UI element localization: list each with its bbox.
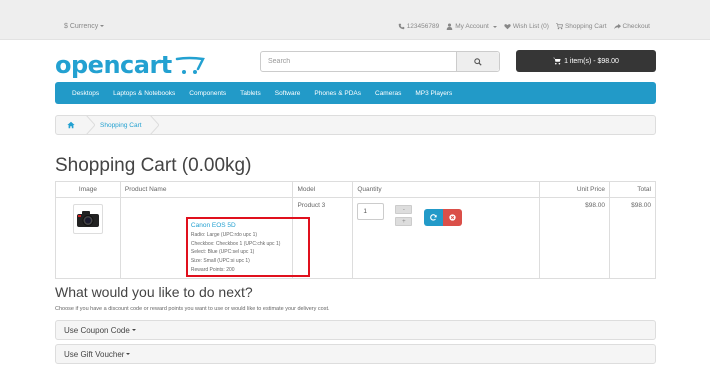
product-options-highlight: Canon EOS 5D Radio: Large (UPC:rdo upc 1… [185,217,310,277]
currency-dropdown[interactable]: $ Currency [64,23,105,30]
main-menu: Desktops Laptops & Notebooks Components … [55,82,656,104]
quantity-increase-button[interactable]: + [395,217,413,226]
wishlist-link[interactable]: Wish List (0) [504,23,549,30]
product-option: Select: Blue (UPC:sel upc 1) [190,249,255,256]
refresh-icon [430,214,438,221]
menu-item-components[interactable]: Components [182,90,233,97]
logo[interactable]: opencart [55,49,205,77]
menu-item-mp3[interactable]: MP3 Players [408,90,459,97]
my-account-label: My Account [455,23,489,30]
caret-down-icon [492,25,497,28]
logo-text: opencart [55,51,172,79]
product-name-cell: Canon EOS 5D Radio: Large (UPC:rdo upc 1… [119,197,310,279]
breadcrumb-separator [149,115,159,135]
home-icon [67,121,75,129]
search-button[interactable] [456,52,499,71]
header-image: Image [55,181,121,198]
caret-down-icon [131,329,136,331]
product-thumbnail[interactable] [72,204,103,234]
voucher-panel[interactable]: Use Gift Voucher [55,344,656,364]
search-bar [260,51,500,72]
table-row: Canon EOS 5D Radio: Large (UPC:rdo upc 1… [55,197,656,279]
caret-down-icon [100,25,105,28]
update-button[interactable] [424,209,444,226]
menu-item-tablets[interactable]: Tablets [233,90,268,97]
cart-icon [553,57,561,65]
checkout-label: Checkout [622,23,650,30]
remove-icon [449,214,457,221]
product-option: Radio: Large (UPC:rdo upc 1) [190,232,258,238]
row-total: $98.00 [609,197,656,279]
caret-down-icon [126,353,131,355]
menu-item-laptops[interactable]: Laptops & Notebooks [106,90,182,97]
header-product-name: Product Name [119,181,294,198]
header-total: Total [609,181,656,198]
breadcrumb-home[interactable] [56,121,86,129]
quantity-decrease-button[interactable]: - [395,205,413,214]
phone-number: 123456789 [406,23,440,30]
next-steps-title: What would you like to do next? [55,284,253,300]
next-steps-description: Choose if you have a discount code or re… [55,306,330,312]
reward-points: Reward Points: 200 [190,266,235,273]
search-input[interactable] [261,52,456,71]
search-icon [474,57,482,66]
camera-icon [76,211,99,227]
product-option: Checkbox: Checkbox 1 (UPC:chk upc 1) [190,240,281,247]
voucher-panel-label: Use Gift Voucher [64,349,125,359]
breadcrumb-separator [86,115,95,135]
share-icon [613,23,621,30]
phone-icon [398,23,404,30]
logo-cart-icon [175,56,205,74]
header-model: Model [292,181,354,198]
cart-icon [555,23,563,30]
shopping-cart-link[interactable]: Shopping Cart [555,23,607,30]
breadcrumb: Shopping Cart [55,115,656,135]
page-title: Shopping Cart (0.00kg) [55,155,252,176]
quantity-cell: - + [352,197,541,279]
currency-label: $ Currency [64,23,99,30]
top-bar: $ Currency 123456789 My Account Wish Lis… [0,0,710,40]
menu-item-desktops[interactable]: Desktops [65,90,106,97]
unit-price: $98.00 [539,197,610,279]
menu-item-cameras[interactable]: Cameras [368,90,408,97]
cart-table: Image Product Name Model Quantity Unit P… [55,181,656,279]
header-quantity: Quantity [352,181,541,198]
table-header-row: Image Product Name Model Quantity Unit P… [55,181,656,198]
cart-total-button[interactable]: 1 item(s) - $98.00 [516,50,656,72]
menu-item-phones[interactable]: Phones & PDAs [307,90,368,97]
top-links: 123456789 My Account Wish List (0) Shopp… [398,23,650,30]
heart-icon [504,24,511,30]
row-actions [424,209,463,226]
checkout-link[interactable]: Checkout [613,23,650,30]
wishlist-label: Wish List (0) [512,23,549,30]
quantity-input[interactable] [357,203,385,220]
quantity-stepper: - + [395,205,413,226]
product-name-link[interactable]: Canon EOS 5D [191,222,305,229]
cart-total-label: 1 item(s) - $98.00 [564,57,619,65]
shopping-cart-label: Shopping Cart [564,23,607,30]
coupon-panel[interactable]: Use Coupon Code [55,320,656,340]
remove-button[interactable] [443,209,463,226]
breadcrumb-shopping-cart[interactable]: Shopping Cart [95,122,150,129]
phone-link[interactable]: 123456789 [398,23,440,30]
coupon-panel-label: Use Coupon Code [64,325,130,335]
header-unit-price: Unit Price [539,181,610,198]
my-account-link[interactable]: My Account [446,23,497,30]
user-icon [446,23,453,30]
product-image-cell [55,197,121,279]
product-option: Size: Small (UPC:si upc 1) [190,258,250,265]
menu-item-software[interactable]: Software [268,90,308,97]
